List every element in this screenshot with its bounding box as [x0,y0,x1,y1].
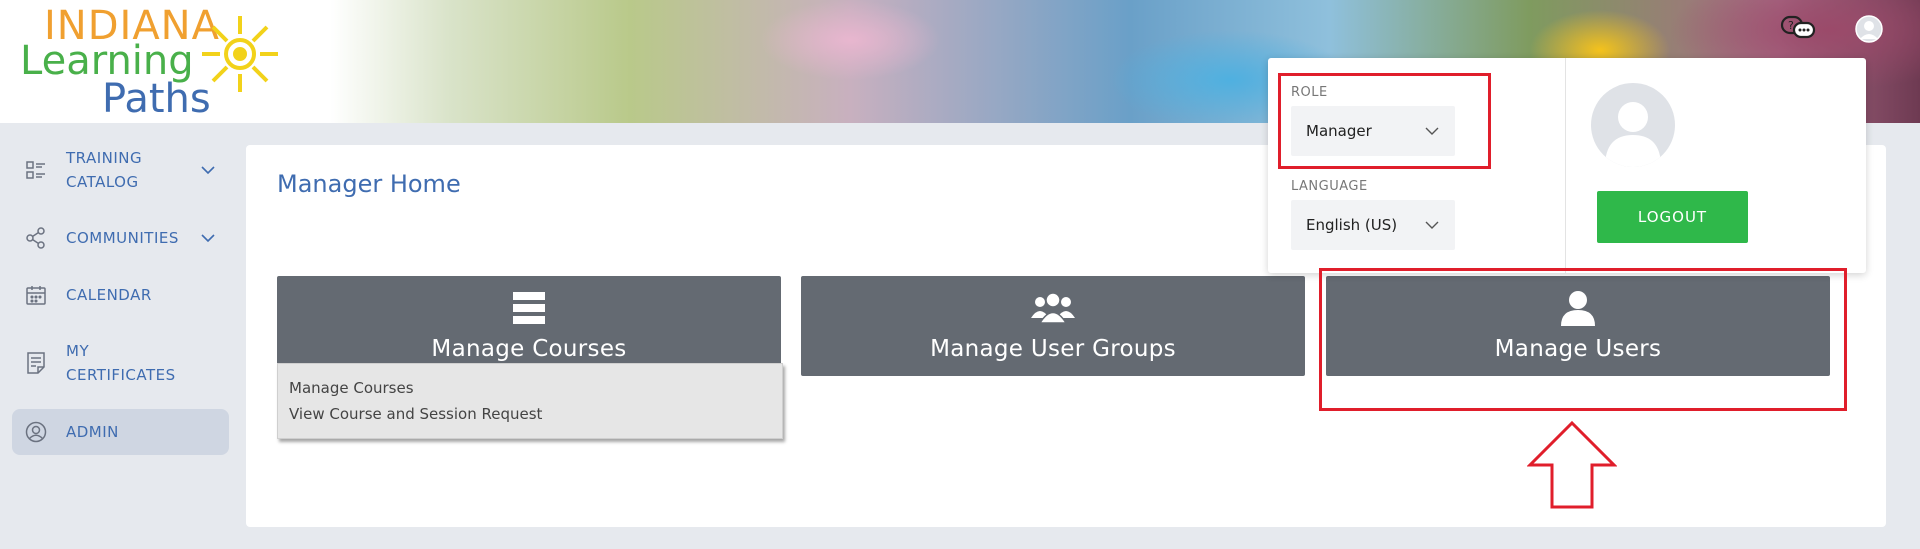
site-logo[interactable]: INDIANA Learning Paths [0,0,330,123]
user-avatar-icon[interactable] [1855,15,1883,47]
users-group-icon [1030,290,1076,326]
certificate-icon [22,351,50,375]
sidebar-label-line-1: MY [66,342,90,360]
chevron-down-icon [1425,216,1439,234]
logout-button[interactable]: LOGOUT [1597,191,1748,243]
chevron-down-icon[interactable] [201,158,215,182]
logo-line-3: Paths [102,76,211,122]
role-highlight-box [1278,73,1491,169]
sidebar-item-label: TRAINING CATALOG [66,146,142,194]
manage-courses-tile[interactable]: Manage Courses [277,276,781,376]
tile-label: Manage User Groups [930,336,1176,362]
sidebar-label-line-2: CERTIFICATES [66,366,176,384]
sidebar-label-line-1: TRAINING [66,149,143,167]
user-silhouette-icon [1605,102,1661,167]
chat-help-icon[interactable]: ? [1780,14,1816,46]
sidebar-item-training-catalog[interactable]: TRAINING CATALOG [12,145,229,195]
menu-item-manage-courses[interactable]: Manage Courses [289,379,414,397]
catalog-icon [22,158,50,182]
sidebar-item-label: MY CERTIFICATES [66,339,176,387]
share-nodes-icon [22,226,50,250]
sidebar-item-my-certificates[interactable]: MY CERTIFICATES [12,338,229,388]
manage-users-highlight-box [1319,268,1847,411]
menu-item-view-course-session-request[interactable]: View Course and Session Request [289,405,542,423]
red-up-arrow-icon [1527,420,1617,509]
language-label: LANGUAGE [1291,179,1368,194]
avatar [1591,83,1675,167]
sidebar-item-label: CALENDAR [66,286,152,304]
sidebar-item-label: COMMUNITIES [66,229,179,247]
sidebar-item-admin[interactable]: ADMIN [12,409,229,455]
sun-logo-icon [202,16,278,92]
popover-divider [1565,58,1566,273]
manage-courses-menu: Manage Courses View Course and Session R… [277,363,783,439]
sidebar-item-communities[interactable]: COMMUNITIES [12,226,229,250]
chevron-down-icon[interactable] [201,226,215,250]
tile-label: Manage Courses [431,336,627,362]
user-circle-icon [22,420,50,444]
sidebar-label-line-2: CATALOG [66,173,139,191]
page-title: Manager Home [277,170,461,198]
calendar-icon [22,283,50,307]
language-select[interactable]: English (US) [1291,200,1455,250]
language-select-value: English (US) [1306,216,1398,234]
list-icon [513,290,545,326]
sidebar-item-calendar[interactable]: CALENDAR [12,283,229,307]
sidebar-item-label: ADMIN [66,423,119,441]
manage-user-groups-tile[interactable]: Manage User Groups [801,276,1305,376]
